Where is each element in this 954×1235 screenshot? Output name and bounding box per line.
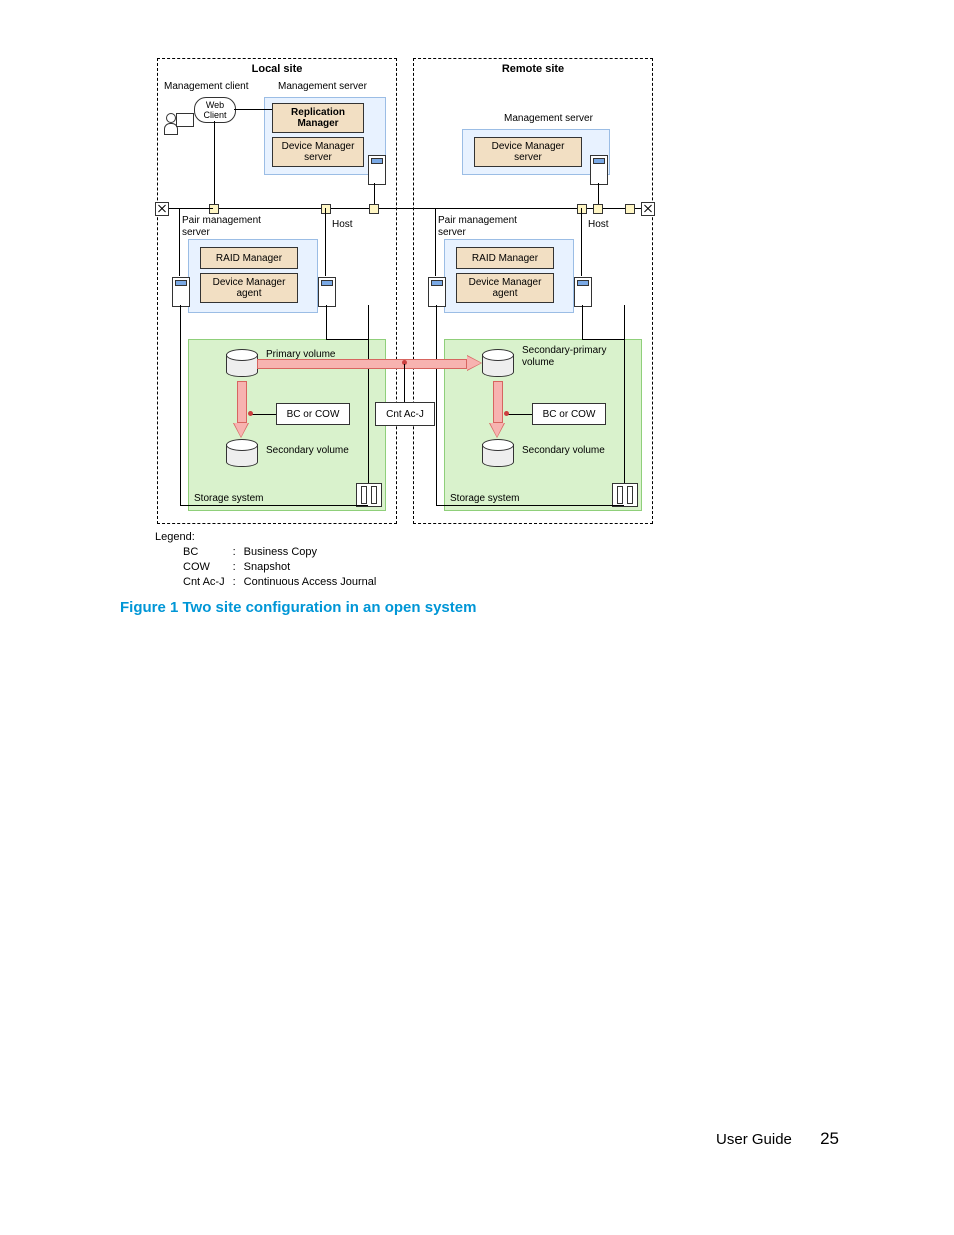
server-icon	[318, 277, 336, 307]
device-manager-agent-remote: Device Manager agent	[456, 273, 554, 303]
mgmt-server-label-remote: Management server	[504, 113, 593, 125]
device-manager-agent-local: Device Manager agent	[200, 273, 298, 303]
remote-site-title: Remote site	[414, 63, 652, 75]
legend-table: BC : Business Copy COW : Snapshot Cnt Ac…	[179, 545, 380, 590]
raid-manager-remote: RAID Manager	[456, 247, 554, 269]
server-icon	[428, 277, 446, 307]
legend: Legend: BC : Business Copy COW : Snapsho…	[155, 530, 380, 590]
footer-page: 25	[820, 1129, 839, 1148]
secondary-primary-volume-label: Secondary-primary volume	[522, 345, 606, 369]
mgmt-server-label: Management server	[278, 81, 367, 93]
footer-doc: User Guide	[716, 1131, 792, 1148]
host-label-local: Host	[332, 219, 353, 231]
server-icon	[368, 155, 386, 185]
secondary-volume-label-local: Secondary volume	[266, 445, 349, 457]
mgmt-client-label: Management client	[164, 81, 249, 93]
cylinder-icon	[226, 349, 256, 379]
person-pc-icon	[164, 113, 194, 135]
switch-icon	[641, 202, 655, 216]
two-site-diagram: Local site Management client Management …	[157, 58, 657, 522]
node-icon	[209, 204, 219, 214]
switch-icon	[155, 202, 169, 216]
cylinder-icon	[226, 439, 256, 469]
node-icon	[593, 204, 603, 214]
secondary-volume-label-remote: Secondary volume	[522, 445, 605, 457]
cnt-ac-j-box: Cnt Ac-J	[375, 402, 435, 426]
node-icon	[625, 204, 635, 214]
node-icon	[321, 204, 331, 214]
network-bus	[161, 208, 647, 209]
pair-mgmt-label-local: Pair management server	[182, 215, 261, 239]
storage-icon	[356, 483, 382, 507]
legend-row: Cnt Ac-J : Continuous Access Journal	[179, 575, 380, 590]
node-icon	[577, 204, 587, 214]
legend-row: BC : Business Copy	[179, 545, 380, 560]
bc-or-cow-remote: BC or COW	[532, 403, 606, 425]
arrow-primary-to-secondary-primary	[257, 356, 481, 370]
cylinder-icon	[482, 349, 512, 379]
replication-manager: Replication Manager	[272, 103, 364, 133]
host-label-remote: Host	[588, 219, 609, 231]
legend-row: COW : Snapshot	[179, 560, 380, 575]
storage-system-label-local: Storage system	[194, 493, 263, 505]
arrow-down-local	[234, 381, 248, 437]
pair-mgmt-label-remote: Pair management server	[438, 215, 517, 239]
web-client: Web Client	[194, 97, 236, 123]
storage-system-label-remote: Storage system	[450, 493, 519, 505]
device-manager-server-remote: Device Manager server	[474, 137, 582, 167]
storage-icon	[612, 483, 638, 507]
raid-manager-local: RAID Manager	[200, 247, 298, 269]
server-icon	[172, 277, 190, 307]
page-footer: User Guide 25	[716, 1129, 839, 1149]
server-icon	[590, 155, 608, 185]
bc-or-cow-local: BC or COW	[276, 403, 350, 425]
device-manager-server-local: Device Manager server	[272, 137, 364, 167]
server-icon	[574, 277, 592, 307]
local-site-title: Local site	[158, 63, 396, 75]
figure-caption: Figure 1 Two site configuration in an op…	[120, 599, 476, 616]
arrow-down-remote	[490, 381, 504, 437]
cylinder-icon	[482, 439, 512, 469]
remote-site-boundary: Remote site Management server Device Man…	[413, 58, 653, 524]
node-icon	[369, 204, 379, 214]
local-site-boundary: Local site Management client Management …	[157, 58, 397, 524]
legend-heading: Legend:	[155, 530, 380, 545]
